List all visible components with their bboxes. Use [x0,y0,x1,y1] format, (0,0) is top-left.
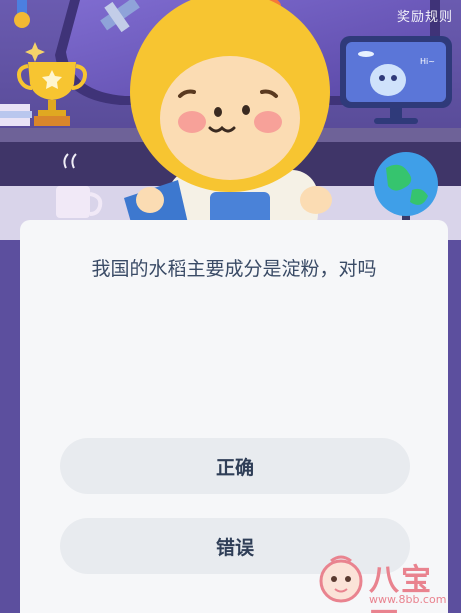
quiz-page: Hi~ 奖励规则 我国的水稻主要成分是淀粉，对吗 正确 错误 八宝 www.8b… [0,0,461,613]
tv-screen-text: Hi~ [420,57,435,66]
question-text: 我国的水稻主要成分是淀粉，对吗 [91,258,377,280]
mascot-character [124,0,332,240]
watermark-url: www.8bb.com [369,593,447,606]
books-icon [0,104,32,126]
reward-rules-link[interactable]: 奖励规则 [397,6,453,25]
watermark-logo-icon [319,555,363,603]
banner-illustration: Hi~ [0,0,461,240]
watermark: 八宝网 www.8bb.com [317,553,457,613]
answer-option-correct[interactable]: 正确 [60,438,410,494]
